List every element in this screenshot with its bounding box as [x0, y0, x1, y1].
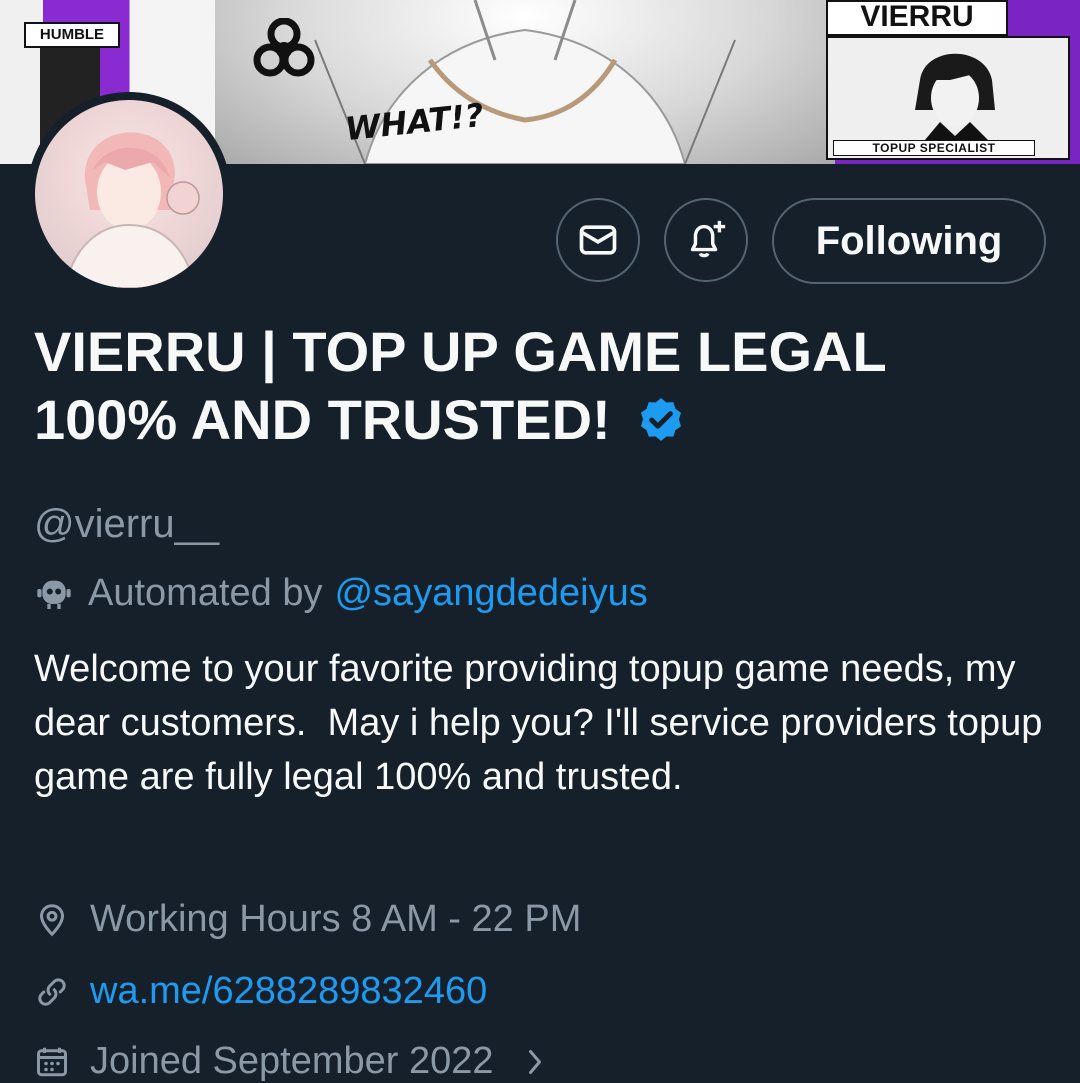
biohazard-icon — [253, 18, 315, 77]
avatar-image — [35, 100, 223, 288]
verified-badge-icon[interactable] — [636, 395, 686, 445]
link-icon — [38, 977, 66, 1006]
bell-plus-icon — [690, 220, 726, 258]
profile-joined: Joined September 2022 — [34, 1040, 568, 1083]
profile-website: wa.me/6288289832460 — [34, 970, 487, 1013]
bot-icon — [37, 580, 71, 609]
profile-bio: Welcome to your favorite providing topup… — [34, 648, 1053, 798]
user-handle: @vierru__ — [34, 502, 220, 546]
location-text: Working Hours 8 AM - 22 PM — [90, 898, 582, 940]
automated-prefix: Automated by — [88, 572, 323, 614]
chevron-right-icon[interactable] — [522, 1044, 548, 1080]
banner-humble-tag: HUMBLE — [24, 22, 120, 48]
notifications-button[interactable] — [664, 198, 748, 282]
joined-text: Joined September 2022 — [90, 1040, 494, 1082]
banner-tagline: TOPUP SPECIALIST — [833, 140, 1035, 156]
message-icon — [579, 225, 617, 255]
calendar-icon — [37, 1047, 67, 1076]
profile-location: Working Hours 8 AM - 22 PM — [34, 898, 581, 941]
avatar[interactable] — [27, 92, 231, 296]
avatar-illustration — [63, 132, 200, 288]
banner-character — [915, 53, 995, 140]
display-name-text: VIERRU | TOP UP GAME LEGAL 100% AND TRUS… — [34, 320, 886, 451]
location-pin-icon — [39, 903, 65, 936]
website-link[interactable]: wa.me/6288289832460 — [90, 970, 487, 1013]
following-button[interactable]: Following — [772, 198, 1046, 284]
automated-account-link[interactable]: @sayangdedeiyus — [334, 572, 647, 615]
banner-brand-tag: VIERRU — [826, 0, 1008, 36]
display-name: VIERRU | TOP UP GAME LEGAL 100% AND TRUS… — [34, 318, 1044, 454]
automated-label: Automated by @sayangdedeiyus — [34, 572, 648, 615]
message-button[interactable] — [556, 198, 640, 282]
